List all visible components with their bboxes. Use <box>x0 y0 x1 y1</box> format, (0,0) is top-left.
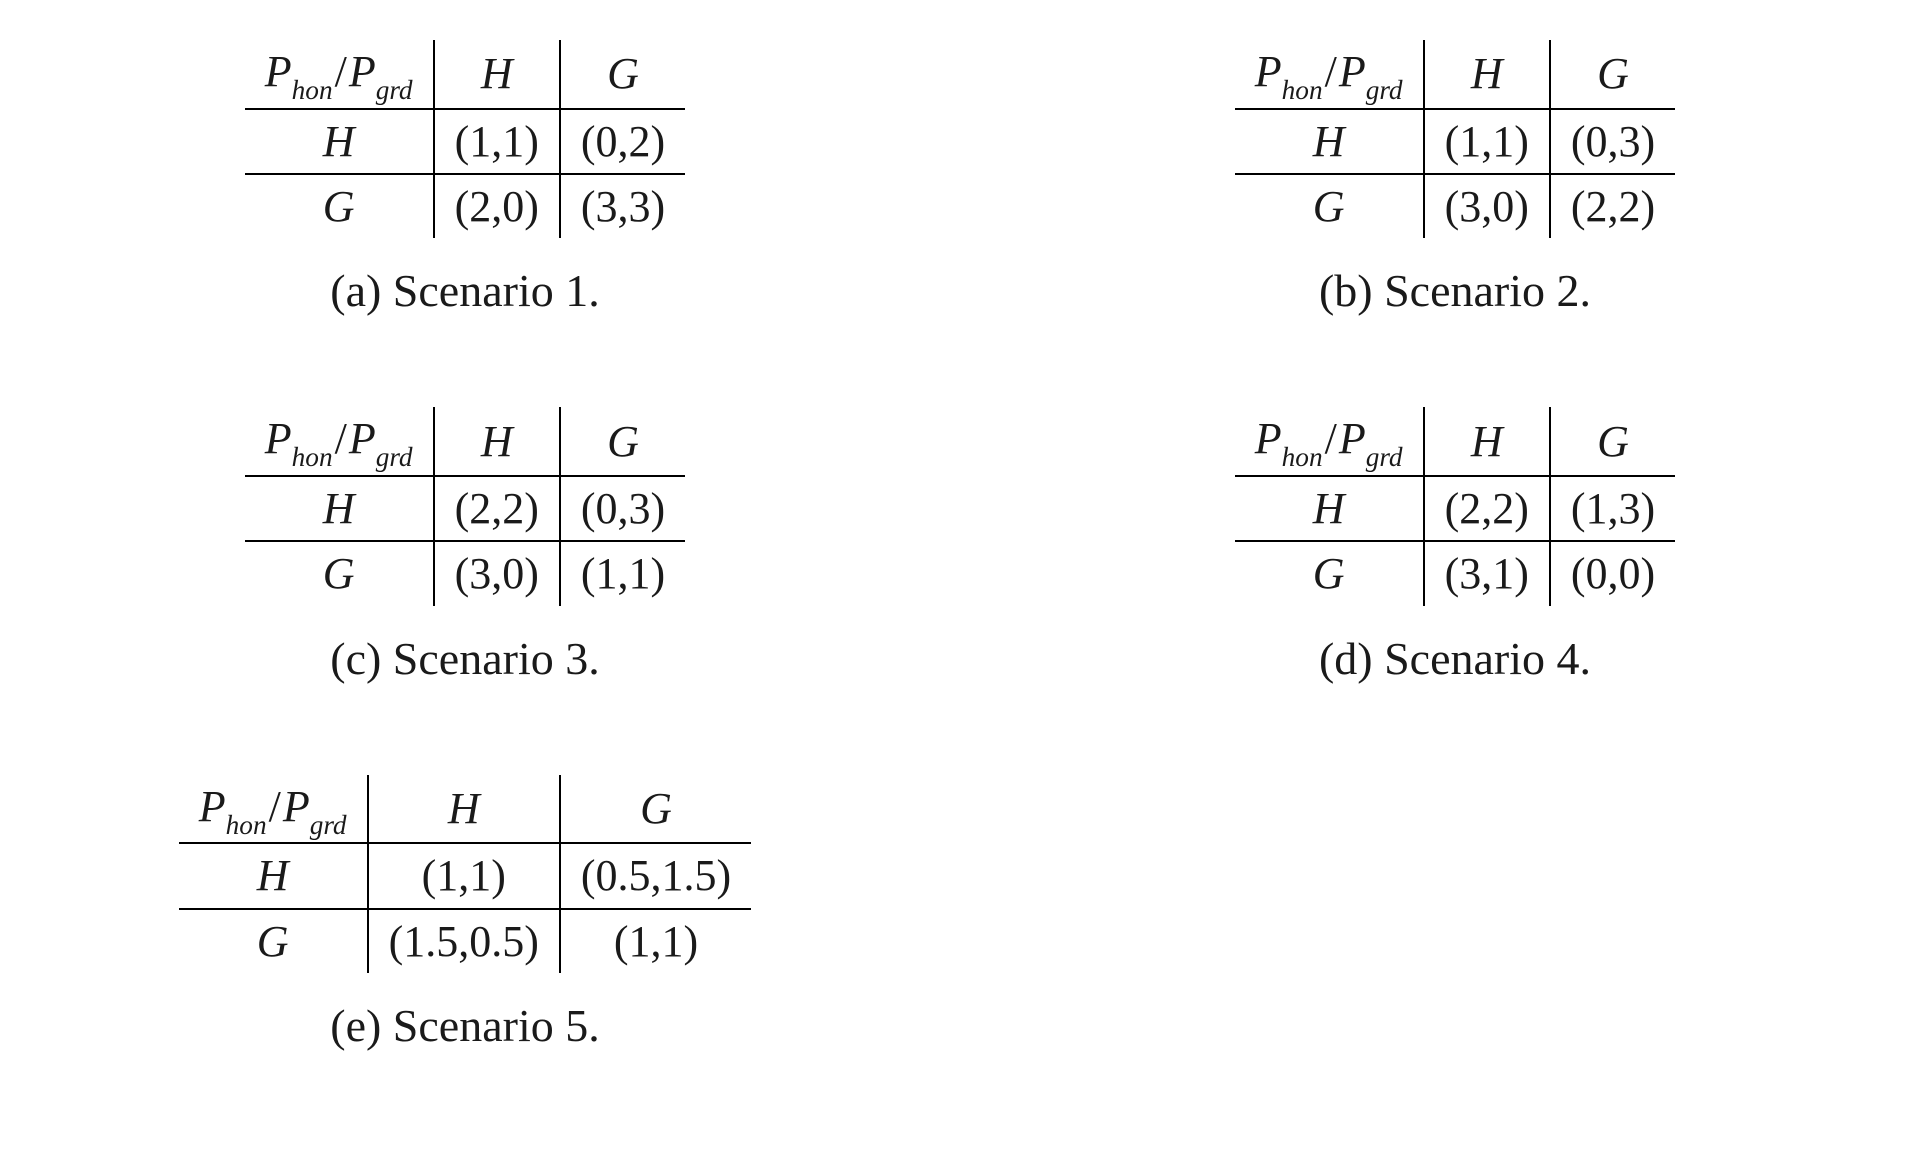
cell: (0,3) <box>1550 109 1675 174</box>
cell: (0,0) <box>1550 541 1675 605</box>
cell: (2,2) <box>1424 476 1550 541</box>
row-header-G: G <box>245 541 434 605</box>
row-header-H: H <box>179 843 368 908</box>
row-header-H: H <box>1235 476 1424 541</box>
row-header-G: G <box>1235 174 1424 238</box>
col-header-G: G <box>560 40 685 109</box>
cell: (0,3) <box>560 476 685 541</box>
cell: (3,1) <box>1424 541 1550 605</box>
col-header-H: H <box>1424 407 1550 476</box>
panel-scenario-3: Phon/Pgrd H G H (2,2) (0,3) G (3,0) (1,1… <box>80 407 850 684</box>
caption-1: (a) Scenario 1. <box>330 264 600 317</box>
cell: (1,1) <box>560 541 685 605</box>
row-header-H: H <box>245 109 434 174</box>
cell: (2,2) <box>1550 174 1675 238</box>
caption-3: (c) Scenario 3. <box>330 632 600 685</box>
payoff-table-1: Phon/Pgrd H G H (1,1) (0,2) G (2,0) (3,3… <box>245 40 685 238</box>
cell: (3,0) <box>1424 174 1550 238</box>
table-corner: Phon/Pgrd <box>245 407 434 476</box>
cell: (1,1) <box>368 843 560 908</box>
panel-scenario-5: Phon/Pgrd H G H (1,1) (0.5,1.5) G (1.5,0… <box>80 775 850 1052</box>
col-header-H: H <box>1424 40 1550 109</box>
cell: (3,3) <box>560 174 685 238</box>
col-header-H: H <box>434 40 560 109</box>
tables-grid: Phon/Pgrd H G H (1,1) (0,2) G (2,0) (3,3… <box>80 40 1840 1052</box>
col-header-G: G <box>560 775 751 844</box>
table-corner: Phon/Pgrd <box>1235 40 1424 109</box>
caption-2: (b) Scenario 2. <box>1319 264 1591 317</box>
col-header-H: H <box>368 775 560 844</box>
payoff-table-5: Phon/Pgrd H G H (1,1) (0.5,1.5) G (1.5,0… <box>179 775 751 973</box>
cell: (1.5,0.5) <box>368 909 560 973</box>
panel-scenario-1: Phon/Pgrd H G H (1,1) (0,2) G (2,0) (3,3… <box>80 40 850 317</box>
table-corner: Phon/Pgrd <box>179 775 368 844</box>
panel-scenario-4: Phon/Pgrd H G H (2,2) (1,3) G (3,1) (0,0… <box>1070 407 1840 684</box>
col-header-H: H <box>434 407 560 476</box>
cell: (0,2) <box>560 109 685 174</box>
cell: (1,1) <box>1424 109 1550 174</box>
row-header-H: H <box>245 476 434 541</box>
row-header-G: G <box>179 909 368 973</box>
cell: (3,0) <box>434 541 560 605</box>
cell: (1,3) <box>1550 476 1675 541</box>
cell: (0.5,1.5) <box>560 843 751 908</box>
col-header-G: G <box>560 407 685 476</box>
row-header-G: G <box>1235 541 1424 605</box>
row-header-H: H <box>1235 109 1424 174</box>
cell: (2,2) <box>434 476 560 541</box>
table-corner: Phon/Pgrd <box>1235 407 1424 476</box>
cell: (1,1) <box>434 109 560 174</box>
table-corner: Phon/Pgrd <box>245 40 434 109</box>
cell: (2,0) <box>434 174 560 238</box>
col-header-G: G <box>1550 407 1675 476</box>
row-header-G: G <box>245 174 434 238</box>
caption-5: (e) Scenario 5. <box>330 999 600 1052</box>
payoff-table-2: Phon/Pgrd H G H (1,1) (0,3) G (3,0) (2,2… <box>1235 40 1675 238</box>
payoff-table-4: Phon/Pgrd H G H (2,2) (1,3) G (3,1) (0,0… <box>1235 407 1675 605</box>
payoff-table-3: Phon/Pgrd H G H (2,2) (0,3) G (3,0) (1,1… <box>245 407 685 605</box>
cell: (1,1) <box>560 909 751 973</box>
panel-scenario-2: Phon/Pgrd H G H (1,1) (0,3) G (3,0) (2,2… <box>1070 40 1840 317</box>
col-header-G: G <box>1550 40 1675 109</box>
caption-4: (d) Scenario 4. <box>1319 632 1591 685</box>
